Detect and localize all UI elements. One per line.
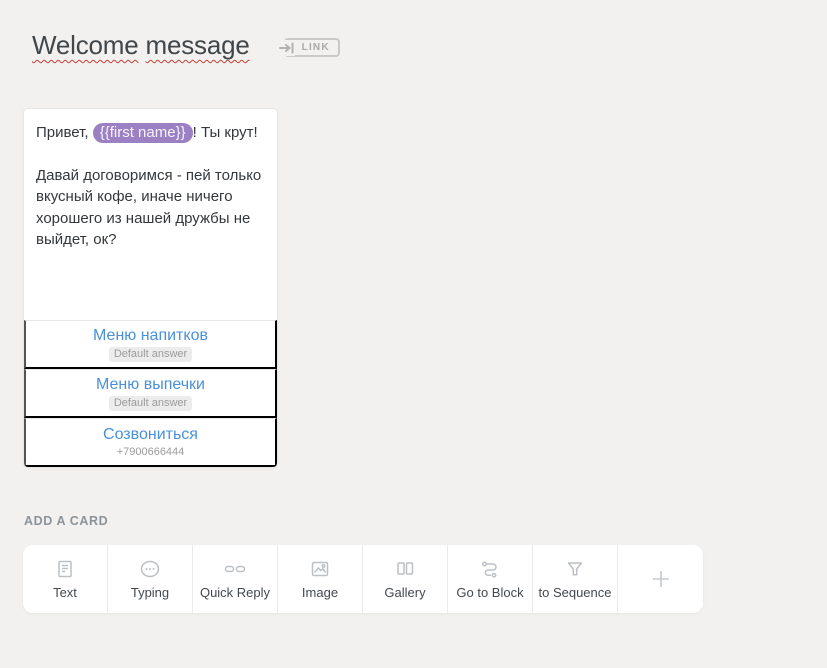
button-phone-number: +7900666444 (116, 446, 185, 458)
add-card-item-image[interactable]: Image (278, 545, 363, 613)
image-icon (310, 558, 330, 580)
plus-icon (648, 568, 674, 590)
add-card-item-quick-reply[interactable]: Quick Reply (193, 545, 278, 613)
add-card-bar: Text Typing Quick Reply Image Gallery Go… (23, 545, 703, 613)
to-sequence-icon (565, 558, 585, 580)
button-type-badge: Default answer (108, 347, 193, 362)
add-card-item-label: to Sequence (538, 585, 612, 600)
add-card-item-label: Quick Reply (199, 585, 271, 600)
card-buttons: Меню напитков Default answer Меню выпечк… (24, 320, 277, 467)
add-more-button[interactable] (618, 545, 703, 613)
gallery-icon (395, 558, 415, 580)
typing-icon (139, 558, 161, 580)
add-card-item-label: Go to Block (456, 585, 524, 600)
card-button-call[interactable]: Созвониться +7900666444 (24, 418, 277, 467)
card-button-menu-drinks[interactable]: Меню напитков Default answer (24, 320, 277, 369)
add-card-item-label: Image (301, 585, 339, 600)
text-icon (55, 558, 75, 580)
page: Welcome message LINK Привет, {{first nam… (0, 0, 827, 668)
add-card-item-text[interactable]: Text (23, 545, 108, 613)
message-paragraph: Привет, {{first name}}! Ты крут! (36, 123, 258, 143)
add-card-item-gallery[interactable]: Gallery (363, 545, 448, 613)
page-title[interactable]: Welcome message (32, 30, 250, 61)
add-card-item-to-sequence[interactable]: to Sequence (533, 545, 618, 613)
card-button-label: Меню напитков (93, 327, 208, 344)
add-card-heading: ADD A CARD (24, 514, 109, 528)
go-to-block-icon (480, 558, 500, 580)
button-type-badge: Default answer (108, 396, 193, 411)
add-card-item-label: Text (53, 585, 77, 600)
link-arrow-icon (278, 39, 295, 56)
user-variable-chip[interactable]: {{first name}} (92, 123, 193, 143)
message-card: Привет, {{first name}}! Ты крут! Давай д… (23, 108, 278, 468)
add-card-item-go-to-block[interactable]: Go to Block (448, 545, 533, 613)
message-text-editor[interactable]: Привет, {{first name}}! Ты крут! Давай д… (24, 109, 277, 320)
message-paragraph: Давай договоримся - пей только вкусный к… (36, 166, 262, 249)
card-button-label: Созвониться (103, 426, 198, 443)
header: Welcome message LINK (32, 30, 340, 61)
add-card-item-label: Typing (130, 585, 170, 600)
add-card-item-label: Gallery (384, 585, 426, 600)
card-button-menu-pastry[interactable]: Меню выпечки Default answer (24, 369, 277, 418)
link-button[interactable]: LINK (278, 38, 340, 57)
card-button-label: Меню выпечки (96, 376, 205, 393)
page-title-word: message (145, 30, 250, 60)
add-card-item-typing[interactable]: Typing (108, 545, 193, 613)
link-button-label: LINK (301, 42, 330, 53)
page-title-word: Welcome (32, 30, 139, 60)
quick-reply-icon (223, 558, 247, 580)
